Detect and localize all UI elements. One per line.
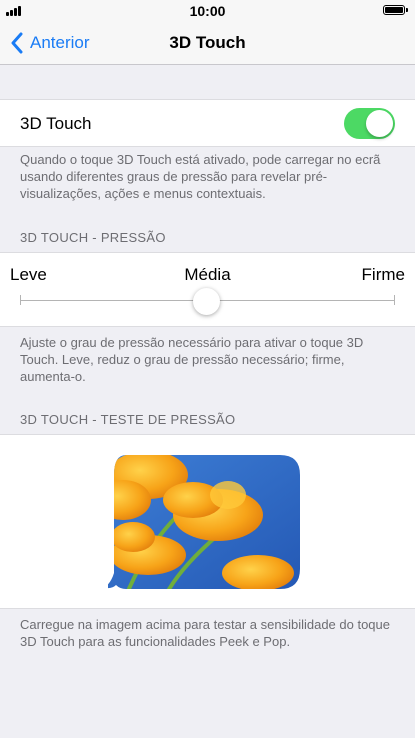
switch-knob [366,110,393,137]
status-bar: 10:00 [0,0,415,22]
test-footer: Carregue na imagem acima para testar a s… [20,617,390,649]
toggle-label: 3D Touch [20,114,92,133]
test-group [0,434,415,609]
page-title: 3D Touch [169,33,246,52]
navigation-bar: Anterior 3D Touch [0,22,415,65]
pressure-slider-thumb[interactable] [193,288,220,315]
pressure-footer: Ajuste o grau de pressão necessário para… [20,335,364,384]
test-section-header: 3D TOUCH - TESTE DE PRESSÃO [20,412,236,427]
status-time: 10:00 [189,3,226,19]
pressure-label-firm: Firme [361,265,405,284]
pressure-slider-group: Leve Média Firme [0,252,415,327]
pressure-section-header: 3D TOUCH - PRESSÃO [20,230,166,245]
toggle-footer: Quando o toque 3D Touch está ativado, po… [20,152,381,201]
3d-touch-switch[interactable] [344,108,395,139]
toggle-group: 3D Touch [0,99,415,147]
pressure-label-medium: Média [184,265,231,284]
pressure-test-image[interactable] [104,455,302,591]
battery-icon [383,5,408,15]
